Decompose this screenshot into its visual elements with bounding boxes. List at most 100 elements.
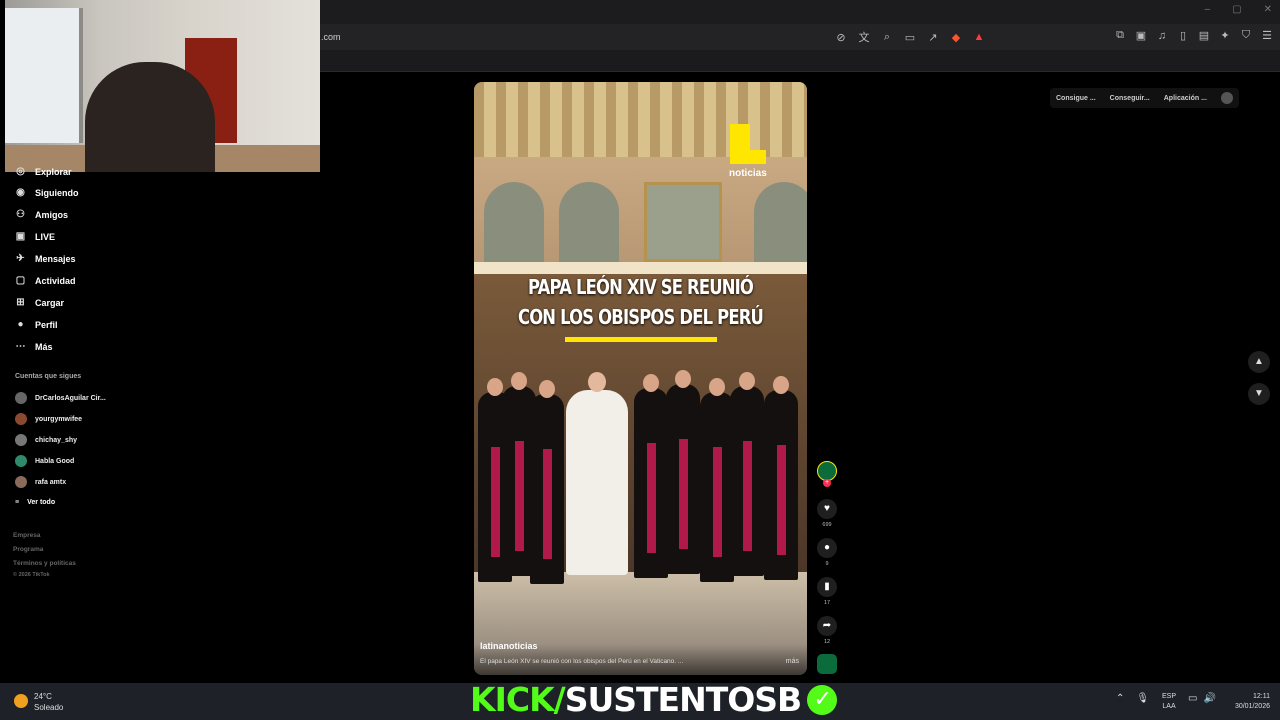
sidebar-item-perfil[interactable]: ● Perfil bbox=[14, 319, 57, 330]
minimize-button[interactable]: – bbox=[1205, 4, 1211, 15]
bishop-figure bbox=[730, 372, 764, 576]
close-window-button[interactable]: ✕ bbox=[1264, 4, 1272, 15]
account-name: rafa amtx bbox=[35, 478, 67, 486]
chevron-up-icon[interactable]: ⌃ bbox=[1116, 693, 1124, 704]
comment-icon[interactable]: ● bbox=[817, 538, 837, 558]
like-count: 699 bbox=[822, 522, 832, 528]
upload-icon: ⊞ bbox=[16, 297, 25, 308]
cast-icon[interactable]: ▭ bbox=[903, 31, 917, 44]
bishop-figure bbox=[634, 374, 668, 578]
sidebar-toggle-icon[interactable]: ▯ bbox=[1176, 29, 1190, 42]
window-controls: – ▢ ✕ bbox=[1205, 4, 1272, 15]
kick-label: KICK/ bbox=[470, 680, 566, 719]
extensions-icon[interactable]: ⧉ bbox=[1113, 29, 1127, 42]
conseguir-button[interactable]: Conseguir... bbox=[1110, 95, 1150, 102]
latina-logo-icon bbox=[730, 124, 774, 164]
video-headline: PAPA LEÓN XIV SE REUNIÓ CON LOS OBISPOS … bbox=[504, 272, 777, 332]
menu-icon[interactable]: ☰ bbox=[1260, 29, 1274, 42]
language-indicator[interactable]: ESP LAA bbox=[1162, 692, 1176, 712]
followed-account[interactable]: DrCarlosAguilar Cir... bbox=[15, 392, 106, 404]
system-tray: ⌃ 🎙 bbox=[1116, 693, 1149, 704]
url-text[interactable]: .com bbox=[321, 32, 341, 42]
channel-label: SUSTENTOSB bbox=[564, 680, 802, 719]
rewards-icon[interactable]: ▲ bbox=[972, 31, 986, 43]
see-all-label: Ver todo bbox=[27, 499, 56, 506]
sidebar-item-mas[interactable]: ⋯ Más bbox=[14, 341, 53, 352]
network-icon[interactable]: ▭ bbox=[1188, 693, 1197, 704]
webcam-person bbox=[85, 62, 215, 172]
verified-check-icon: ✓ bbox=[807, 685, 838, 715]
clock[interactable]: 12:11 30/01/2026 bbox=[1226, 692, 1270, 712]
sidebar-item-label: Actividad bbox=[35, 275, 76, 286]
followed-account[interactable]: chichay_shy bbox=[15, 434, 77, 446]
address-bar[interactable]: .com ⊘ 文 ⌕ ▭ ↗ ◆ ▲ ⧉ ▣ ♫ ▯ ▤ ✦ ⛉ ☰ bbox=[320, 24, 1280, 50]
comment-action[interactable]: ● 9 bbox=[817, 538, 837, 567]
avatar bbox=[15, 476, 27, 488]
video-username[interactable]: latinanoticias bbox=[480, 641, 538, 651]
vpn-icon[interactable]: ⛉ bbox=[1239, 29, 1253, 42]
sun-icon[interactable] bbox=[14, 694, 28, 708]
wallet-icon[interactable]: ▤ bbox=[1197, 29, 1211, 42]
previous-video-button[interactable]: ▲ bbox=[1248, 351, 1270, 373]
weather-temperature[interactable]: 24°C bbox=[34, 692, 52, 701]
bookmark-icon[interactable]: ▮ bbox=[817, 577, 837, 597]
more-link[interactable]: más bbox=[786, 658, 799, 665]
video-painting bbox=[644, 182, 722, 262]
profile-icon: ● bbox=[17, 319, 24, 330]
heart-icon[interactable]: ♥ bbox=[817, 499, 837, 519]
screenshot-icon[interactable]: ▣ bbox=[1134, 29, 1148, 42]
video-fresco bbox=[484, 182, 544, 262]
translate-icon[interactable]: 文 bbox=[857, 29, 871, 45]
music-disc-icon[interactable] bbox=[817, 654, 837, 674]
next-video-button[interactable]: ▼ bbox=[1248, 383, 1270, 405]
footer-link-programa[interactable]: Programa bbox=[13, 546, 43, 553]
followed-account[interactable]: yourgymwifee bbox=[15, 413, 82, 425]
sidebar-item-cargar[interactable]: ⊞ Cargar bbox=[14, 297, 64, 308]
weather-description[interactable]: Soleado bbox=[34, 703, 63, 712]
zoom-icon[interactable]: ⌕ bbox=[880, 31, 894, 44]
sidebar-item-amigos[interactable]: ⚇ Amigos bbox=[14, 209, 68, 220]
sidebar-item-explorar[interactable]: ◎ Explorar bbox=[14, 166, 71, 177]
bishop-figure bbox=[666, 370, 700, 574]
lang-line-2: LAA bbox=[1162, 703, 1176, 710]
consigue-button[interactable]: Consigue ... bbox=[1056, 95, 1096, 102]
browser-right-icons: ⧉ ▣ ♫ ▯ ▤ ✦ ⛉ ☰ bbox=[1113, 29, 1274, 42]
footer-link-empresa[interactable]: Empresa bbox=[13, 532, 40, 539]
friends-icon: ⚇ bbox=[16, 209, 25, 220]
like-action[interactable]: ♥ 699 bbox=[817, 499, 837, 528]
microphone-icon[interactable]: 🎙 bbox=[1136, 693, 1149, 704]
user-avatar[interactable] bbox=[1220, 92, 1233, 104]
save-action[interactable]: ▮ 17 bbox=[817, 577, 837, 606]
brave-shield-icon[interactable]: ◆ bbox=[949, 31, 963, 44]
sidebar-item-mensajes[interactable]: ✈ Mensajes bbox=[14, 253, 75, 264]
share-icon[interactable]: ↗ bbox=[926, 31, 940, 44]
screen: – ▢ ✕ .com ⊘ 文 ⌕ ▭ ↗ ◆ ▲ ⧉ ▣ ♫ ▯ ▤ ✦ ⛉ ☰ bbox=[0, 0, 1280, 720]
video-player[interactable]: noticias PAPA LEÓN XIV SE REUNIÓ CON LOS… bbox=[474, 82, 807, 675]
sidebar-item-live[interactable]: ▣ LIVE bbox=[14, 231, 55, 242]
headline-underline bbox=[565, 337, 717, 342]
share-action[interactable]: ➦ 12 bbox=[817, 616, 837, 645]
volume-icon[interactable]: 🔊 bbox=[1203, 693, 1215, 704]
footer-link-terminos[interactable]: Términos y políticas bbox=[13, 560, 76, 567]
followed-account[interactable]: rafa amtx bbox=[15, 476, 66, 488]
address-bar-icons: ⊘ 文 ⌕ ▭ ↗ ◆ ▲ bbox=[834, 29, 986, 45]
creator-avatar[interactable] bbox=[817, 461, 837, 481]
sidebar-item-label: Cargar bbox=[35, 297, 65, 308]
follow-plus-icon[interactable]: + bbox=[823, 479, 831, 487]
followed-account[interactable]: Habla Good bbox=[15, 455, 74, 467]
webcam-feed bbox=[5, 0, 320, 172]
avatar bbox=[15, 392, 27, 404]
sidebar-item-siguiendo[interactable]: ◉ Siguiendo bbox=[14, 187, 79, 198]
no-cast-icon[interactable]: ⊘ bbox=[834, 31, 848, 44]
music-icon[interactable]: ♫ bbox=[1155, 30, 1169, 42]
lang-line-1: ESP bbox=[1162, 693, 1177, 700]
leo-icon[interactable]: ✦ bbox=[1218, 29, 1232, 42]
share-arrow-icon[interactable]: ➦ bbox=[817, 616, 837, 636]
maximize-button[interactable]: ▢ bbox=[1232, 4, 1241, 15]
avatar bbox=[15, 434, 27, 446]
sidebar-item-actividad[interactable]: ▢ Actividad bbox=[14, 275, 76, 286]
sidebar-item-label: Siguiendo bbox=[35, 187, 79, 198]
aplicacion-button[interactable]: Aplicación ... bbox=[1164, 95, 1207, 102]
see-all-link[interactable]: ≡ Ver todo bbox=[15, 499, 55, 506]
account-name: chichay_shy bbox=[35, 436, 78, 444]
